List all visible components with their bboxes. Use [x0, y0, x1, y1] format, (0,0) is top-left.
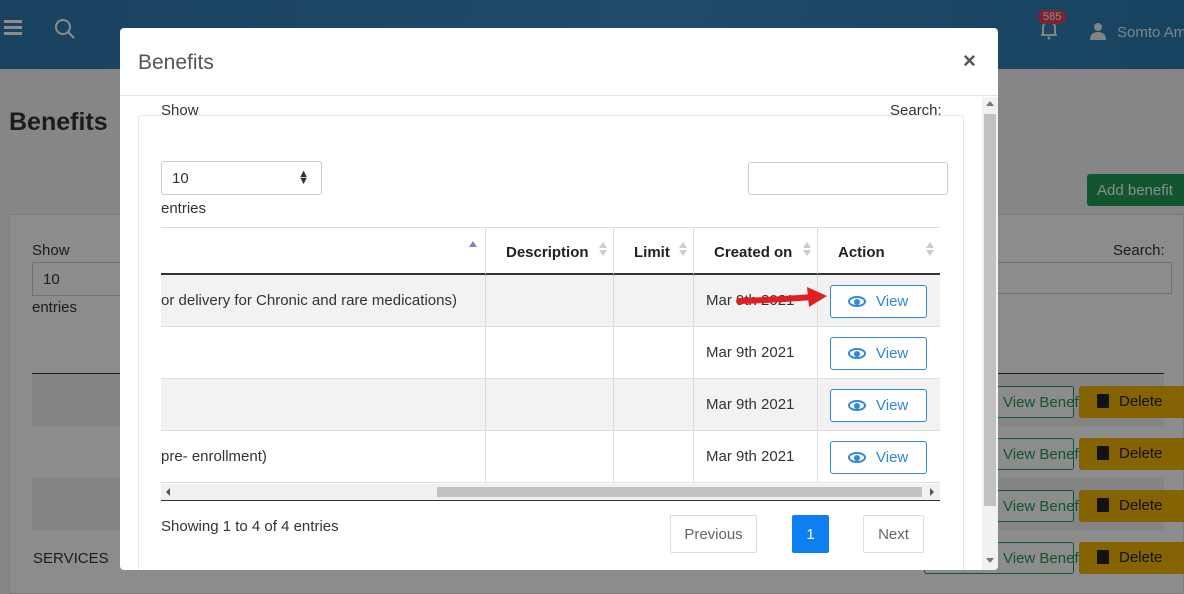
eye-icon: [848, 452, 866, 463]
sort-icon: [679, 242, 687, 256]
scrollbar-thumb[interactable]: [437, 487, 922, 497]
entries-label: entries: [161, 200, 207, 217]
pagination-next[interactable]: Next: [863, 515, 924, 553]
search-input[interactable]: [748, 162, 948, 195]
eye-icon: [848, 296, 866, 307]
view-button[interactable]: View: [830, 337, 927, 370]
vertical-scrollbar[interactable]: [982, 97, 998, 570]
sort-icon: [926, 242, 934, 256]
cell-created-on: Mar 9th 2021: [694, 431, 818, 482]
eye-icon: [848, 348, 866, 359]
cell-name: or delivery for Chronic and rare medicat…: [161, 275, 486, 326]
scroll-left-icon[interactable]: [166, 488, 170, 496]
table-info: Showing 1 to 4 of 4 entries: [161, 518, 339, 535]
benefits-table: Description Limit Created on Action or d…: [161, 227, 940, 483]
cell-name: [161, 379, 486, 430]
page-length-select[interactable]: 10 ▲ ▼: [161, 161, 322, 195]
table-row: pre- enrollment) Mar 9th 2021 View: [161, 431, 940, 483]
cell-created-on: Mar 9th 2021: [694, 379, 818, 430]
cell-action: View: [818, 431, 940, 482]
column-header-name[interactable]: [161, 228, 486, 274]
cell-action: View: [818, 327, 940, 378]
cell-limit: [614, 431, 694, 482]
view-button-label: View: [876, 345, 909, 362]
cell-description: [486, 327, 614, 378]
cell-limit: [614, 275, 694, 326]
eye-icon: [848, 400, 866, 411]
cell-name: pre- enrollment): [161, 431, 486, 482]
cell-limit: [614, 379, 694, 430]
sort-ascending-icon: [469, 241, 477, 249]
sort-icon: [599, 242, 607, 256]
annotation-arrow-icon: [736, 287, 827, 307]
column-header-description-label: Description: [506, 244, 589, 261]
scroll-down-icon[interactable]: [986, 558, 994, 563]
search-label: Search:: [890, 102, 942, 119]
column-header-action[interactable]: Action: [818, 228, 940, 274]
column-header-limit-label: Limit: [634, 244, 670, 261]
view-button-label: View: [876, 397, 909, 414]
view-button-label: View: [876, 293, 909, 310]
view-button-label: View: [876, 449, 909, 466]
pagination-page-1[interactable]: 1: [792, 515, 829, 553]
view-button[interactable]: View: [830, 285, 927, 318]
column-header-created-on[interactable]: Created on: [694, 228, 818, 274]
scroll-up-icon[interactable]: [986, 101, 994, 106]
modal-title: Benefits: [138, 51, 214, 74]
modal-header: Benefits ×: [120, 28, 998, 96]
column-header-description[interactable]: Description: [486, 228, 614, 274]
scrollbar-thumb[interactable]: [984, 114, 996, 506]
show-label: Show: [161, 102, 199, 119]
scroll-right-icon[interactable]: [930, 488, 934, 496]
table-row: Mar 9th 2021 View: [161, 379, 940, 431]
sort-icon: [803, 242, 811, 256]
column-header-limit[interactable]: Limit: [614, 228, 694, 274]
cell-description: [486, 431, 614, 482]
view-button[interactable]: View: [830, 441, 927, 474]
page-length-value: 10: [172, 170, 189, 187]
table-row: Mar 9th 2021 View: [161, 327, 940, 379]
table-footer-divider: [161, 500, 940, 501]
cell-name: [161, 327, 486, 378]
cell-description: [486, 379, 614, 430]
cell-created-on: Mar 9th 2021: [694, 327, 818, 378]
cell-limit: [614, 327, 694, 378]
cell-action: View: [818, 379, 940, 430]
horizontal-scrollbar[interactable]: [161, 484, 940, 500]
column-header-created-on-label: Created on: [714, 244, 793, 261]
benefits-modal: Benefits × Show 10 ▲ ▼ entries Search: De…: [120, 28, 998, 570]
close-icon[interactable]: ×: [963, 48, 976, 74]
table-header: Description Limit Created on Action: [161, 227, 940, 275]
column-header-action-label: Action: [838, 244, 885, 261]
pagination-previous[interactable]: Previous: [670, 515, 757, 553]
select-caret-icon: ▲ ▼: [298, 168, 309, 187]
cell-description: [486, 275, 614, 326]
view-button[interactable]: View: [830, 389, 927, 422]
cell-action: View: [818, 275, 940, 326]
